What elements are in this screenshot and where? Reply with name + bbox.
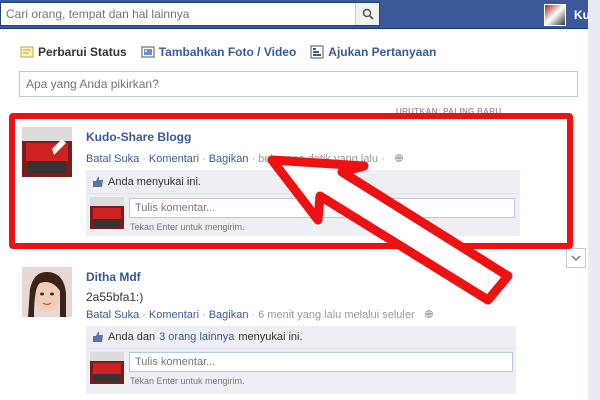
likes-summary: Anda dan 3 orang lainnya menyukai ini.: [92, 331, 303, 343]
chevron-down-icon: [571, 255, 581, 262]
comment-link[interactable]: Komentari: [149, 153, 199, 165]
ufi-divider: [86, 193, 520, 194]
top-bar: Kud: [0, 0, 600, 29]
likes-prefix: Anda dan: [108, 331, 156, 343]
sort-dropdown[interactable]: URUTKAN: PALING BARU: [396, 107, 501, 116]
comment-input-box[interactable]: [129, 198, 515, 218]
feedback-area: Anda menyukai ini. Tekan Enter untuk men…: [86, 170, 520, 236]
others-likes-link[interactable]: 3 orang lainnya: [159, 331, 234, 343]
unlike-link[interactable]: Batal Suka: [86, 309, 139, 321]
question-icon: [310, 45, 324, 59]
commenter-avatar-image: [90, 352, 124, 384]
photo-icon: [141, 46, 155, 58]
timestamp[interactable]: 6 menit yang lalu melalui seluler: [258, 309, 415, 321]
author-avatar[interactable]: [22, 267, 72, 317]
tab-update-status-label: Perbarui Status: [38, 45, 127, 59]
globe-icon: [394, 154, 403, 162]
comment-input[interactable]: [130, 353, 512, 371]
mobile-globe-icon: [424, 310, 433, 318]
kudo-avatar-image: [22, 127, 72, 177]
commenter-avatar: [90, 352, 124, 384]
feedback-area: Anda dan 3 orang lainnya menyukai ini. T…: [86, 326, 516, 394]
search-button[interactable]: [355, 3, 379, 25]
tab-add-photo-video[interactable]: Tambahkan Foto / Video: [141, 45, 297, 59]
likes-suffix: menyukai ini.: [238, 331, 303, 343]
search-input[interactable]: [1, 3, 351, 25]
tab-add-photo-video-label: Tambahkan Foto / Video: [158, 45, 297, 59]
share-link[interactable]: Bagikan: [209, 153, 249, 165]
enter-hint: Tekan Enter untuk mengirim.: [130, 376, 245, 386]
share-link[interactable]: Bagikan: [209, 309, 249, 321]
story-actions: Batal Suka · Komentari · Bagikan · beberapa de…: [86, 153, 404, 165]
ditha-avatar-image: [22, 267, 72, 317]
tab-ask-question[interactable]: Ajukan Pertanyaan: [310, 45, 436, 59]
tab-ask-question-label: Ajukan Pertanyaan: [328, 45, 437, 59]
search-icon: [362, 8, 374, 20]
likes-text: Anda menyukai ini.: [108, 176, 201, 188]
thumbs-up-icon: [93, 177, 103, 187]
author-avatar[interactable]: [22, 127, 72, 177]
author-name-link[interactable]: Ditha Mdf: [86, 270, 141, 284]
thumbs-up-icon: [93, 332, 103, 342]
story-options-button[interactable]: [566, 248, 586, 268]
story-actions: Batal Suka · Komentari · Bagikan · 6 menit yan…: [86, 309, 434, 321]
enter-hint: Tekan Enter untuk mengirim.: [130, 222, 245, 232]
comment-link[interactable]: Komentari: [149, 309, 199, 321]
author-name-link[interactable]: Kudo-Share Blogg: [86, 130, 191, 144]
commenter-avatar-image: [90, 197, 124, 229]
tab-update-status[interactable]: Perbarui Status: [20, 45, 127, 59]
status-input[interactable]: [20, 72, 577, 96]
unlike-link[interactable]: Batal Suka: [86, 153, 139, 165]
commenter-avatar: [90, 197, 124, 229]
composer-tabs: Perbarui Status Tambahkan Foto / Video A…: [20, 45, 436, 59]
comment-input-box[interactable]: [129, 352, 513, 372]
status-input-box[interactable]: [19, 71, 578, 97]
status-icon: [20, 46, 34, 58]
comment-input[interactable]: [130, 199, 514, 217]
timestamp[interactable]: beberapa detik yang lalu: [258, 153, 378, 165]
ufi-divider: [86, 348, 516, 349]
profile-avatar[interactable]: [544, 4, 566, 26]
scrollbar-track[interactable]: [588, 0, 600, 400]
search-box[interactable]: [0, 2, 380, 26]
likes-summary: Anda menyukai ini.: [92, 176, 201, 188]
post-text: 2a55bfa1:): [86, 290, 144, 304]
